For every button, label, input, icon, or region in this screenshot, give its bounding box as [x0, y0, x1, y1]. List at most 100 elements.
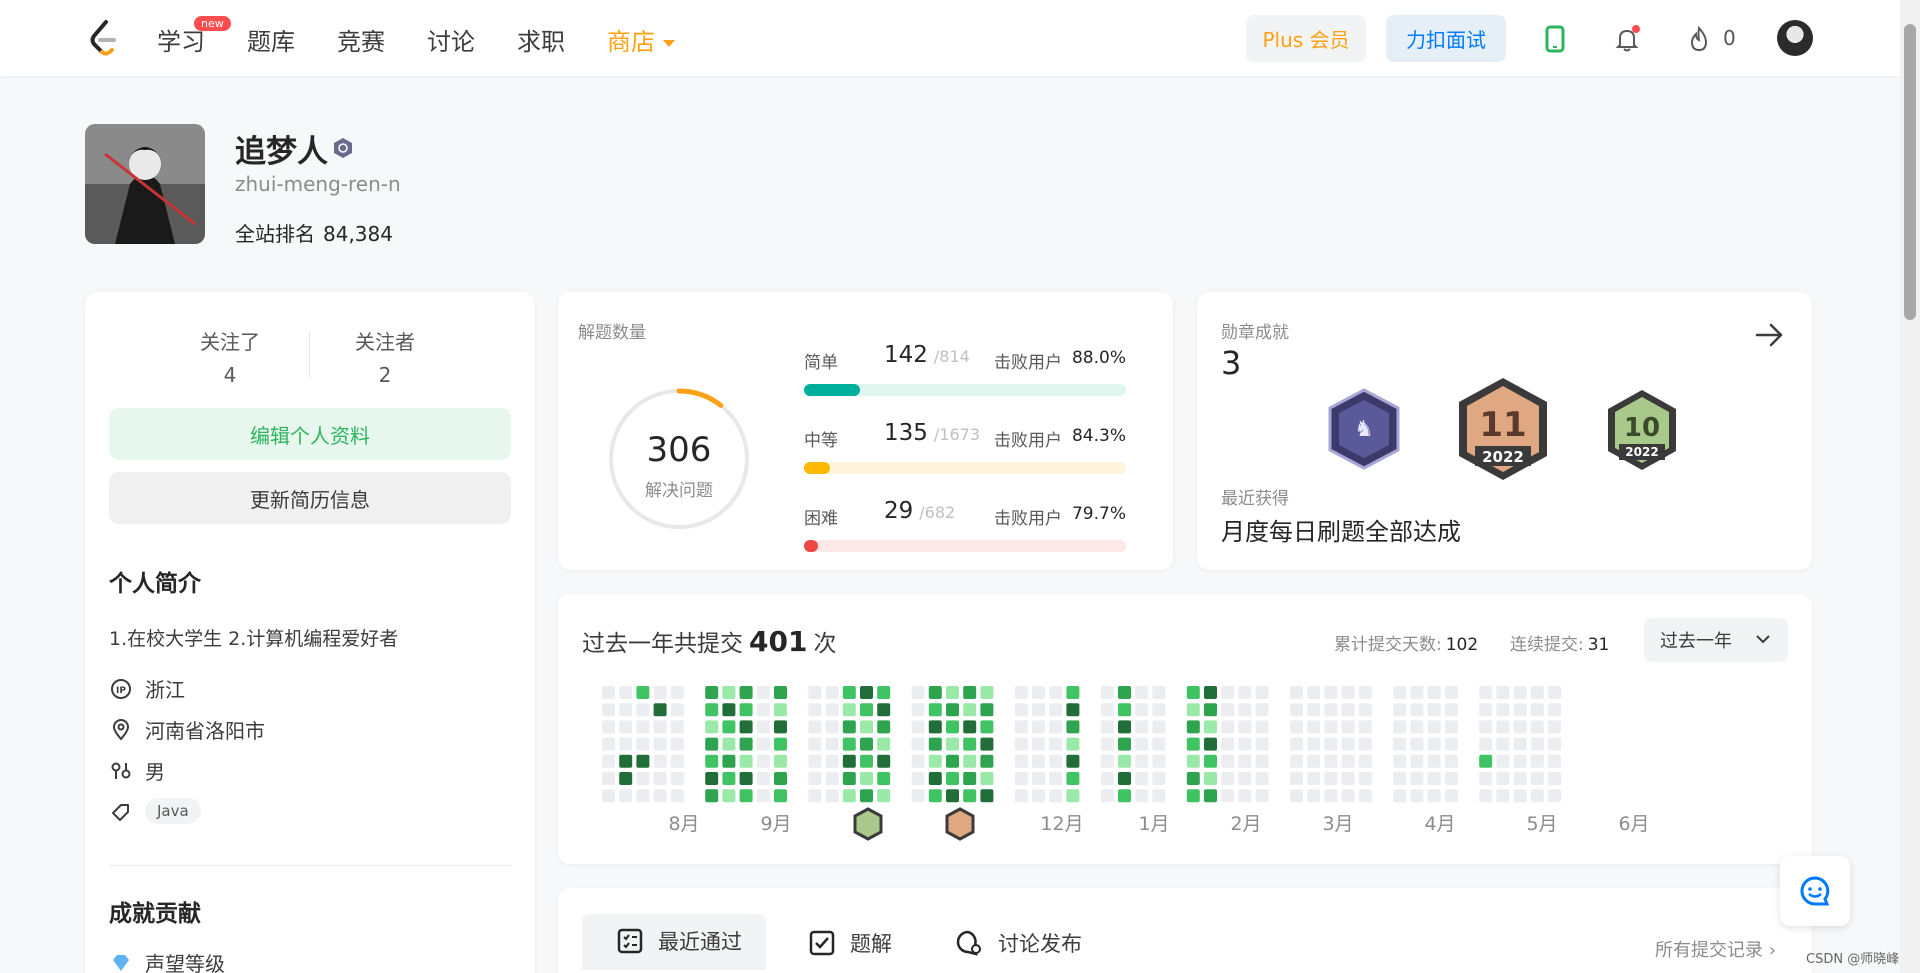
heatmap-cell[interactable]	[1255, 737, 1269, 751]
edit-profile-button[interactable]: 编辑个人资料	[109, 408, 511, 460]
oct-2022-mini-badge-icon[interactable]	[853, 807, 883, 841]
heatmap-cell[interactable]	[602, 720, 615, 734]
heatmap-cell[interactable]	[619, 772, 633, 785]
heatmap-cell[interactable]	[1410, 789, 1424, 803]
heatmap-cell[interactable]	[602, 703, 615, 717]
heatmap-cell[interactable]	[1049, 720, 1063, 734]
heatmap-cell[interactable]	[756, 789, 770, 803]
heatmap-cell[interactable]	[1186, 772, 1200, 785]
heatmap-cell[interactable]	[877, 720, 891, 734]
heatmap-cell[interactable]	[1221, 703, 1235, 717]
heatmap-cell[interactable]	[1255, 686, 1269, 699]
heatmap-cell[interactable]	[1324, 703, 1338, 717]
heatmap-cell[interactable]	[808, 720, 822, 734]
heatmap-cell[interactable]	[1513, 737, 1527, 751]
fire-icon[interactable]	[1684, 24, 1714, 54]
heatmap-cell[interactable]	[860, 754, 873, 768]
heatmap-cell[interactable]	[756, 754, 770, 768]
heatmap-cell[interactable]	[1341, 686, 1355, 699]
heatmap-cell[interactable]	[774, 789, 787, 803]
heatmap-cell[interactable]	[670, 754, 684, 768]
heatmap-cell[interactable]	[963, 789, 977, 803]
heatmap-cell[interactable]	[756, 686, 770, 699]
heatmap-cell[interactable]	[1118, 772, 1131, 785]
bell-icon[interactable]	[1612, 24, 1642, 54]
heatmap-cell[interactable]	[1152, 686, 1166, 699]
heatmap-cell[interactable]	[980, 686, 994, 699]
heatmap-cell[interactable]	[1100, 789, 1114, 803]
heatmap-cell[interactable]	[1066, 772, 1080, 785]
heatmap-cell[interactable]	[1238, 754, 1252, 768]
heatmap-cell[interactable]	[1238, 703, 1252, 717]
heatmap-cell[interactable]	[1393, 737, 1407, 751]
heatmap-cell[interactable]	[653, 754, 667, 768]
oct-2022-badge-icon[interactable]: 10 2022	[1605, 388, 1679, 472]
heatmap-cell[interactable]	[911, 720, 925, 734]
heatmap-cell[interactable]	[1118, 686, 1131, 699]
heatmap-cell[interactable]	[946, 703, 959, 717]
heatmap-cell[interactable]	[877, 754, 891, 768]
heatmap-cell[interactable]	[774, 720, 787, 734]
tab-recent-accepted[interactable]: 最近通过	[582, 914, 766, 970]
heatmap-cell[interactable]	[670, 686, 684, 699]
heatmap-cell[interactable]	[1100, 703, 1114, 717]
heatmap-cell[interactable]	[1324, 720, 1338, 734]
heatmap-cell[interactable]	[653, 737, 667, 751]
heatmap-cell[interactable]	[1427, 720, 1441, 734]
heatmap-cell[interactable]	[1221, 754, 1235, 768]
heatmap-cell[interactable]	[636, 703, 650, 717]
heatmap-cell[interactable]	[911, 686, 925, 699]
heatmap-cell[interactable]	[946, 686, 959, 699]
heatmap-cell[interactable]	[653, 686, 667, 699]
leetcode-logo-icon[interactable]	[86, 18, 120, 58]
heatmap-cell[interactable]	[1358, 772, 1372, 785]
heatmap-cell[interactable]	[1066, 754, 1080, 768]
heatmap-cell[interactable]	[842, 772, 856, 785]
heatmap-cell[interactable]	[756, 772, 770, 785]
heatmap-cell[interactable]	[1255, 720, 1269, 734]
heatmap-cell[interactable]	[808, 789, 822, 803]
heatmap-cell[interactable]	[1427, 772, 1441, 785]
heatmap-cell[interactable]	[722, 703, 736, 717]
heatmap-cell[interactable]	[1427, 703, 1441, 717]
plus-member-button[interactable]: Plus 会员	[1246, 15, 1366, 62]
heatmap-cell[interactable]	[602, 686, 615, 699]
heatmap-cell[interactable]	[860, 720, 873, 734]
nov-2022-mini-badge-icon[interactable]	[945, 807, 975, 841]
heatmap-cell[interactable]	[1290, 754, 1303, 768]
heatmap-cell[interactable]	[808, 754, 822, 768]
heatmap-cell[interactable]	[1049, 686, 1063, 699]
heatmap-cell[interactable]	[860, 686, 873, 699]
heatmap-cell[interactable]	[1135, 703, 1149, 717]
heatmap-cell[interactable]	[1341, 703, 1355, 717]
heatmap-cell[interactable]	[1307, 772, 1321, 785]
heatmap-cell[interactable]	[842, 789, 856, 803]
heatmap-cell[interactable]	[911, 754, 925, 768]
heatmap-cell[interactable]	[1049, 789, 1063, 803]
heatmap-cell[interactable]	[1513, 789, 1527, 803]
heatmap-cell[interactable]	[1135, 737, 1149, 751]
heatmap-cell[interactable]	[825, 737, 839, 751]
heatmap-cell[interactable]	[774, 754, 787, 768]
heatmap-cell[interactable]	[1410, 737, 1424, 751]
heatmap-cell[interactable]	[1049, 737, 1063, 751]
heatmap-cell[interactable]	[842, 703, 856, 717]
heatmap-cell[interactable]	[1255, 754, 1269, 768]
knight-badge-icon[interactable]: ♞	[1327, 388, 1401, 470]
heatmap-cell[interactable]	[1049, 703, 1063, 717]
heatmap-cell[interactable]	[1221, 789, 1235, 803]
heatmap-cell[interactable]	[1290, 686, 1303, 699]
heatmap-cell[interactable]	[842, 720, 856, 734]
heatmap-cell[interactable]	[774, 703, 787, 717]
arrow-right-icon[interactable]	[1753, 318, 1787, 352]
heatmap-cell[interactable]	[946, 737, 959, 751]
heatmap-cell[interactable]	[980, 737, 994, 751]
heatmap-cell[interactable]	[928, 686, 942, 699]
heatmap-cell[interactable]	[1290, 703, 1303, 717]
heatmap-cell[interactable]	[1238, 737, 1252, 751]
heatmap-cell[interactable]	[860, 737, 873, 751]
heatmap-cell[interactable]	[1152, 703, 1166, 717]
heatmap-cell[interactable]	[1530, 703, 1544, 717]
heatmap-cell[interactable]	[739, 754, 753, 768]
heatmap-cell[interactable]	[1100, 720, 1114, 734]
